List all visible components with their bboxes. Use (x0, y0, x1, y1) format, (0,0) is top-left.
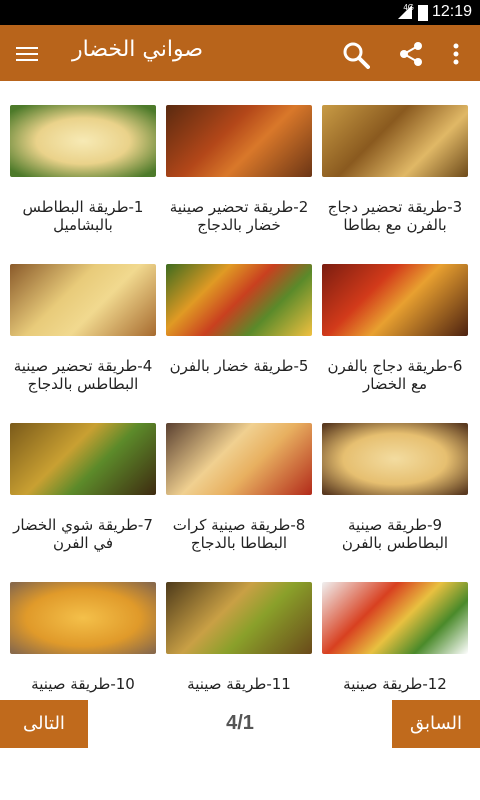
share-icon[interactable] (398, 41, 424, 67)
menu-icon[interactable] (16, 43, 38, 63)
food-image (322, 264, 468, 336)
food-image (10, 105, 156, 177)
list-item[interactable]: 3-طريقة تحضير دجاج بالفرن مع بطاطا (322, 105, 468, 255)
list-item[interactable]: 8-طريقة صينية كرات البطاطا بالدجاج (166, 423, 312, 573)
food-image (166, 105, 312, 177)
item-label: 1-طريقة البطاطس بالبشاميل (22, 198, 144, 234)
item-label: 11-طريقة صينية (187, 675, 291, 693)
item-label: 3-طريقة تحضير دجاج بالفرن مع بطاطا (327, 198, 463, 234)
app-bar: صواني الخضار (0, 25, 480, 81)
list-item[interactable]: 9-طريقة صينية البطاطس بالفرن (322, 423, 468, 573)
list-item[interactable]: 11-طريقة صينية (166, 582, 312, 700)
page-title: صواني الخضار (72, 37, 204, 62)
food-image (166, 423, 312, 495)
list-item[interactable]: 1-طريقة البطاطس بالبشاميل (10, 105, 156, 255)
status-bar: 4G 12:19 (0, 0, 480, 25)
food-image (322, 105, 468, 177)
page-indicator: 4/1 (226, 712, 254, 734)
item-label: 6-طريقة دجاج بالفرن مع الخضار (327, 357, 463, 393)
list-item[interactable]: 4-طريقة تحضير صينية البطاطس بالدجاج (10, 264, 156, 414)
more-options-icon[interactable] (452, 43, 460, 65)
recipe-grid: 1-طريقة البطاطس بالبشاميل 2-طريقة تحضير … (0, 103, 480, 700)
list-item[interactable]: 6-طريقة دجاج بالفرن مع الخضار (322, 264, 468, 414)
food-image (166, 582, 312, 654)
item-label: 8-طريقة صينية كرات البطاطا بالدجاج (172, 516, 306, 552)
item-label: 2-طريقة تحضير صينية خضار بالدجاج (169, 198, 309, 234)
food-image (10, 264, 156, 336)
list-item[interactable]: 5-طريقة خضار بالفرن (166, 264, 312, 414)
list-item[interactable]: 12-طريقة صينية (322, 582, 468, 700)
item-label: 12-طريقة صينية (343, 675, 447, 693)
item-label: 5-طريقة خضار بالفرن (169, 357, 309, 375)
list-item[interactable]: 7-طريقة شوي الخضار في الفرن (10, 423, 156, 573)
pagination-bar: التالى 4/1 السابق (0, 700, 480, 748)
food-image (322, 582, 468, 654)
item-label: 9-طريقة صينية البطاطس بالفرن (341, 516, 449, 552)
food-image (10, 582, 156, 654)
item-label: 7-طريقة شوي الخضار في الفرن (13, 516, 153, 552)
food-image (10, 423, 156, 495)
item-label: 4-طريقة تحضير صينية البطاطس بالدجاج (13, 357, 153, 393)
battery-icon (418, 5, 428, 21)
food-image (322, 423, 468, 495)
previous-button[interactable]: السابق (392, 700, 480, 748)
food-image (166, 264, 312, 336)
list-item[interactable]: 2-طريقة تحضير صينية خضار بالدجاج (166, 105, 312, 255)
item-label: 10-طريقة صينية (31, 675, 135, 693)
clock: 12:19 (431, 3, 472, 20)
list-item[interactable]: 10-طريقة صينية (10, 582, 156, 700)
next-button[interactable]: التالى (0, 700, 88, 748)
search-icon[interactable] (342, 41, 370, 69)
signal-icon (398, 5, 412, 19)
